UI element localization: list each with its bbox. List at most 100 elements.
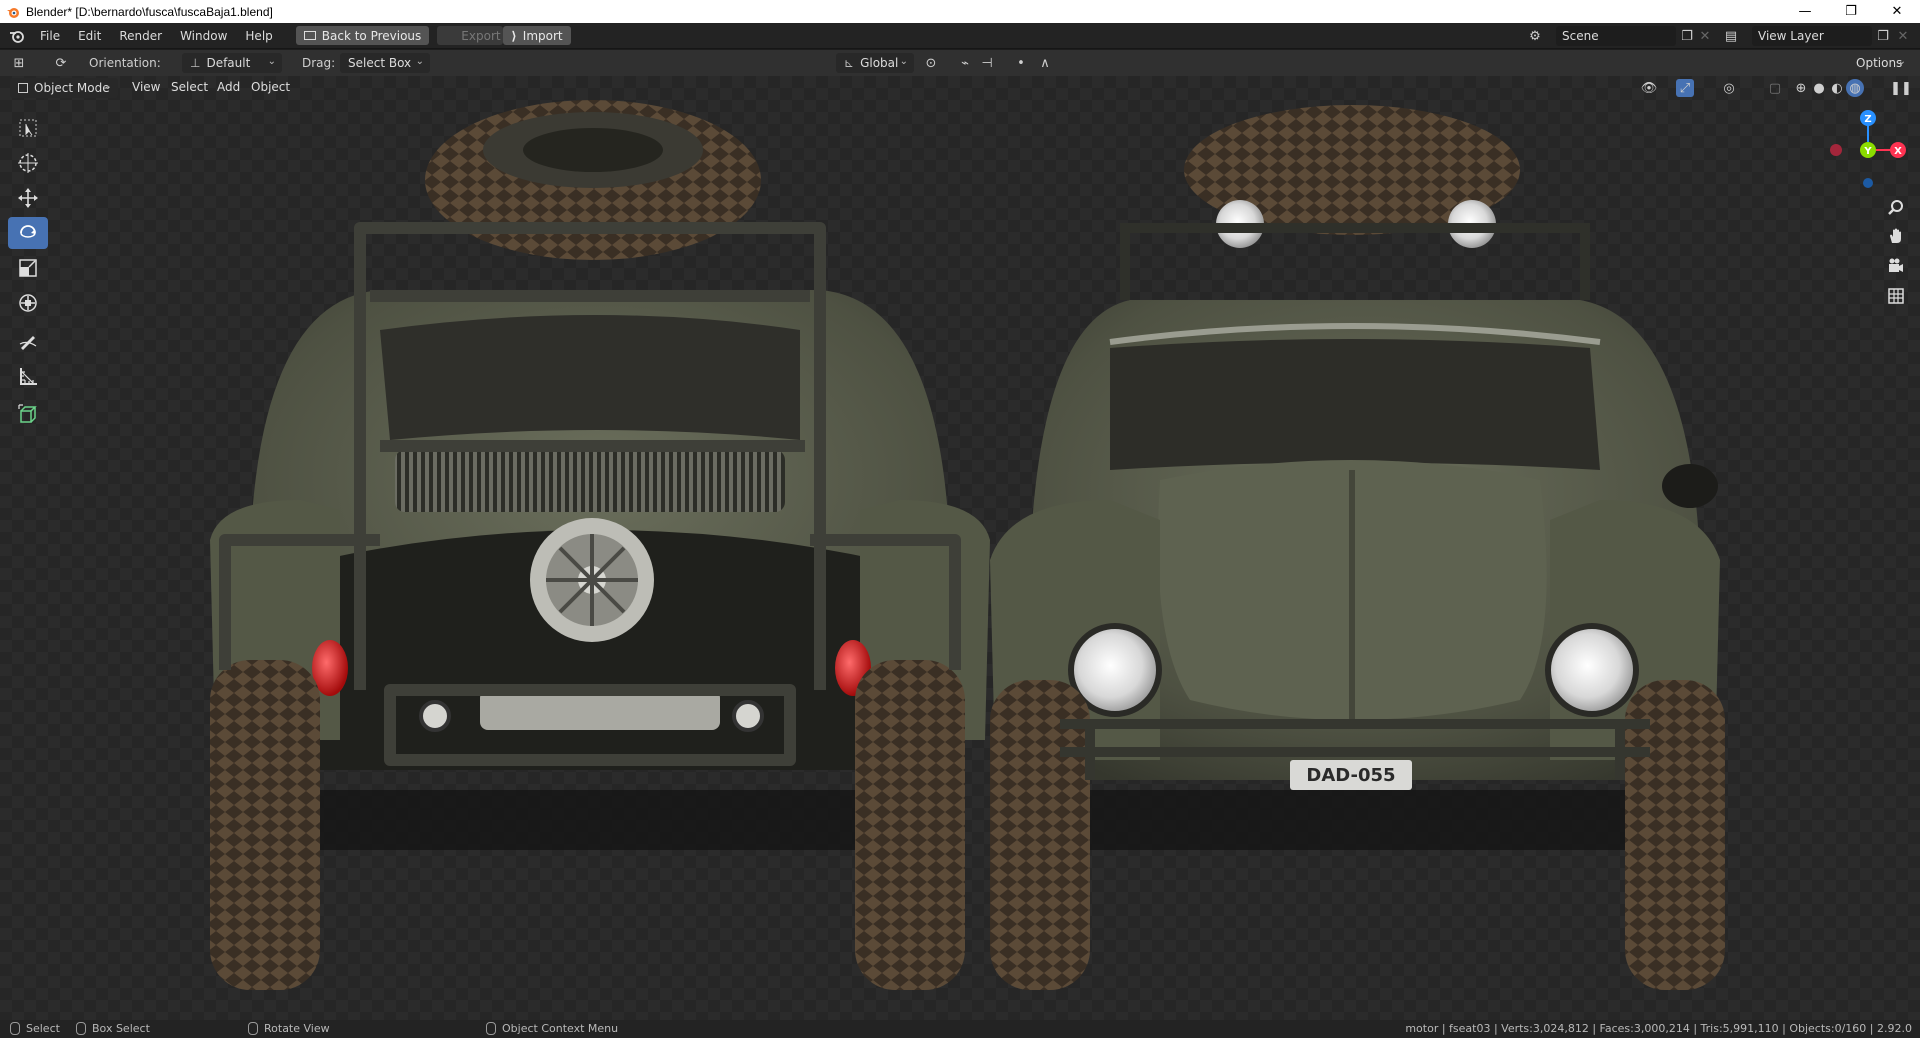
move-tool[interactable] [8,182,48,214]
cursor-icon [19,119,37,137]
delete-view-layer-icon[interactable]: ✕ [1894,27,1912,45]
select-box-tool[interactable] [8,112,48,144]
new-view-layer-icon[interactable]: ❐ [1874,27,1892,45]
rear-view-car [210,100,990,990]
status-select: Select [10,1022,60,1035]
viewport-menu-add[interactable]: Add [217,80,240,94]
sidebar-toggle-icon[interactable]: ❚❚ [1890,79,1912,97]
rotate-icon [20,225,36,238]
scene-statistics: motor | fseat03 | Verts:3,024,812 | Face… [1405,1022,1912,1035]
solid-shading-icon[interactable]: ● [1810,79,1828,97]
camera-view-button[interactable] [1882,252,1910,280]
view-layer-name: View Layer [1758,29,1824,43]
gizmo-x-label: X [1894,146,1902,157]
ortho-toggle-button[interactable] [1882,282,1910,310]
viewport-menu-object[interactable]: Object [251,80,290,94]
object-mode-dropdown[interactable]: Object Mode ⌄ [10,78,118,98]
transform-orientation-dropdown[interactable]: ⊾ Global ⌄ [836,53,914,73]
rotate-tool-icon[interactable]: ⟳ [52,54,70,72]
zoom-button[interactable] [1882,193,1910,221]
navigation-gizmo[interactable]: Z X Y [1826,108,1906,188]
tool-settings-header: ⊞ ⟳ Orientation: ⊥ Default ⌄ Drag: Selec… [0,50,1920,76]
scene-field[interactable]: Scene [1556,26,1676,46]
view-layer-icon[interactable]: ▤ [1722,27,1740,45]
rotate-tool[interactable] [8,217,48,249]
material-shading-icon[interactable]: ◐ [1828,79,1846,97]
add-cube-tool[interactable] [8,398,48,430]
viewport-header: Object Mode ⌄ View Select Add Object 👁 ⤢… [0,76,1920,100]
delete-scene-icon[interactable]: ✕ [1696,27,1714,45]
annotate-tool[interactable] [8,325,48,357]
scale-icon [19,259,37,277]
scene-render: DAD-055 [210,100,1725,990]
snap-icon[interactable]: ⌁ [956,54,974,72]
blender-logo-icon [7,7,19,18]
pan-button[interactable] [1882,222,1910,250]
pivot-point-icon[interactable]: ⊙ [922,54,940,72]
gizmo-z-label: Z [1864,114,1871,125]
status-rotate-view-label: Rotate View [264,1022,330,1035]
window-title: Blender* [D:\bernardo\fusca\fuscaBaja1.b… [26,4,273,19]
measure-tool[interactable] [8,360,48,392]
status-select-label: Select [26,1022,60,1035]
visibility-eye-icon[interactable]: 👁 [1640,79,1658,97]
options-dropdown[interactable]: Options ⌄ [1848,53,1912,73]
close-button[interactable]: ✕ [1874,0,1920,23]
falloff-icon[interactable]: ∧ [1036,54,1054,72]
drag-value: Select Box [348,56,412,70]
mouse-drag-icon [76,1022,86,1035]
gizmo-toggle-icon[interactable]: ⤢ [1676,79,1694,97]
back-to-previous-label: Back to Previous [321,28,422,43]
drag-dropdown[interactable]: Select Box ⌄ [340,53,430,73]
status-box-select: Box Select [76,1022,150,1035]
proportional-edit-icon[interactable]: • [1012,54,1030,72]
menu-help[interactable]: Help [236,23,281,49]
grid-icon [1888,288,1904,304]
status-rotate-view: Rotate View [248,1022,330,1035]
status-context-menu: Object Context Menu [486,1022,618,1035]
gizmo-neg-x-axis[interactable] [1830,144,1842,156]
back-to-previous-button[interactable]: Back to Previous [295,26,430,45]
wireframe-shading-icon[interactable]: ⊕ [1792,79,1810,97]
cursor-tool[interactable] [8,147,48,179]
new-scene-icon[interactable]: ❐ [1678,27,1696,45]
gizmo-y-label: Y [1863,146,1872,157]
scene-name: Scene [1562,29,1599,43]
front-view-car: DAD-055 [990,105,1725,990]
orientation-label: Orientation: [89,56,161,70]
export-label: Export [461,28,501,43]
rendered-shading-icon[interactable]: ◍ [1846,79,1864,97]
drag-label: Drag: [302,56,336,70]
transform-tool[interactable] [8,287,48,319]
orientation-dropdown[interactable]: ⊥ Default ⌄ [182,53,282,73]
import-label: Import [522,28,563,43]
xray-toggle-icon[interactable]: ▢ [1766,79,1784,97]
crosshair-icon [18,153,38,173]
chevron-right-icon: ⟩ [511,28,517,43]
scene-type-icon[interactable]: ⚙ [1526,27,1544,45]
scale-tool[interactable] [8,252,48,284]
minimize-button[interactable]: — [1782,0,1828,23]
menu-render[interactable]: Render [110,23,171,49]
snap-target-icon[interactable]: ⊣ [978,54,996,72]
mouse-middle-icon [248,1022,258,1035]
editor-type-icon[interactable]: ⊞ [10,54,28,72]
viewport-menu-select[interactable]: Select [171,80,208,94]
axis-icon: ⊾ [844,56,855,70]
view-layer-field[interactable]: View Layer [1752,26,1872,46]
mouse-left-icon [10,1022,20,1035]
export-button[interactable]: Export [437,26,504,45]
viewport-menu-view[interactable]: View [132,80,160,94]
menu-window[interactable]: Window [171,23,236,49]
import-button[interactable]: ⟩ Import [503,26,571,45]
chevron-down-icon: ⌄ [267,56,276,67]
menu-file[interactable]: File [31,23,69,49]
3d-viewport[interactable]: DAD-055 [0,76,1920,1020]
blender-menu-icon[interactable] [9,28,25,44]
overlay-toggle-icon[interactable]: ◎ [1720,79,1738,97]
maximize-button[interactable]: ❐ [1828,0,1874,23]
cube-icon [18,404,37,423]
gizmo-neg-z-axis[interactable] [1863,178,1873,188]
chevron-down-icon: ⌄ [103,81,112,92]
menu-edit[interactable]: Edit [69,23,110,49]
